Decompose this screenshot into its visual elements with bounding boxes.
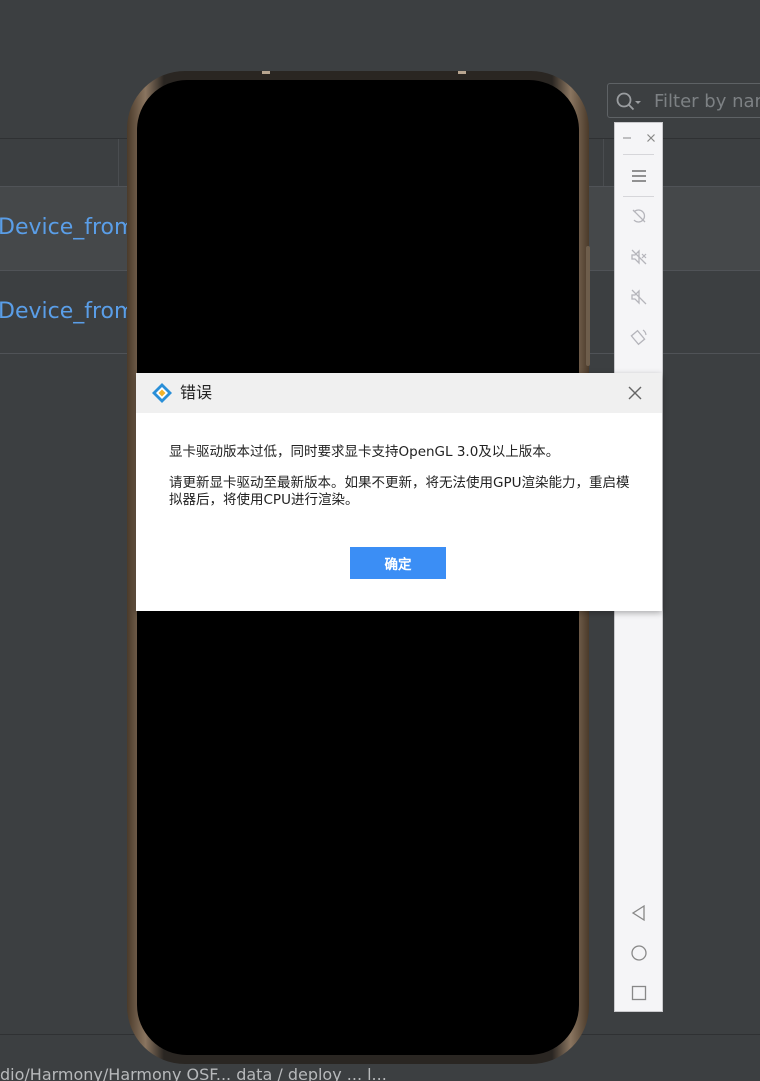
filter-search-box[interactable]: [607, 83, 760, 118]
volume-mute-icon[interactable]: [615, 277, 662, 317]
dialog-titlebar: 错误: [136, 373, 662, 413]
device-frame-detail: [458, 71, 466, 74]
column-divider: [603, 139, 604, 186]
dialog-message: 显卡驱动版本过低，同时要求显卡支持OpenGL 3.0及以上版本。: [169, 444, 560, 460]
back-icon[interactable]: [615, 893, 662, 933]
rotate-disabled-icon[interactable]: [615, 196, 662, 236]
toolbar-divider: [623, 154, 654, 155]
home-icon[interactable]: [615, 933, 662, 973]
device-name[interactable]: Device_from: [0, 215, 135, 240]
filter-input[interactable]: [652, 89, 760, 113]
dialog-close-button[interactable]: [623, 381, 647, 405]
search-icon: [616, 92, 641, 111]
close-icon[interactable]: [639, 123, 663, 153]
device-side-button: [586, 246, 590, 366]
device-name[interactable]: Device_from: [0, 299, 135, 324]
device-frame-detail: [262, 71, 270, 74]
dialog-title: 错误: [180, 383, 213, 402]
volume-mute-disabled-icon[interactable]: [615, 237, 662, 277]
error-dialog: 错误 显卡驱动版本过低，同时要求显卡支持OpenGL 3.0及以上版本。 请更新…: [136, 373, 662, 611]
rotate-screen-icon[interactable]: [615, 317, 662, 357]
app-logo-icon: [152, 383, 172, 403]
status-path: dio/Harmony/Harmony OSF... data / deploy…: [0, 1065, 387, 1081]
dialog-message: 请更新显卡驱动至最新版本。如果不更新，将无法使用GPU渲染能力，重启模拟器后，将…: [169, 475, 630, 508]
status-bar: dio/Harmony/Harmony OSF... data / deploy…: [0, 1065, 760, 1081]
ok-button[interactable]: 确定: [350, 547, 446, 579]
menu-icon[interactable]: [615, 156, 662, 196]
recent-apps-icon[interactable]: [615, 973, 662, 1013]
column-divider: [118, 139, 119, 186]
minimize-icon[interactable]: [615, 123, 639, 153]
close-icon: [628, 386, 642, 400]
